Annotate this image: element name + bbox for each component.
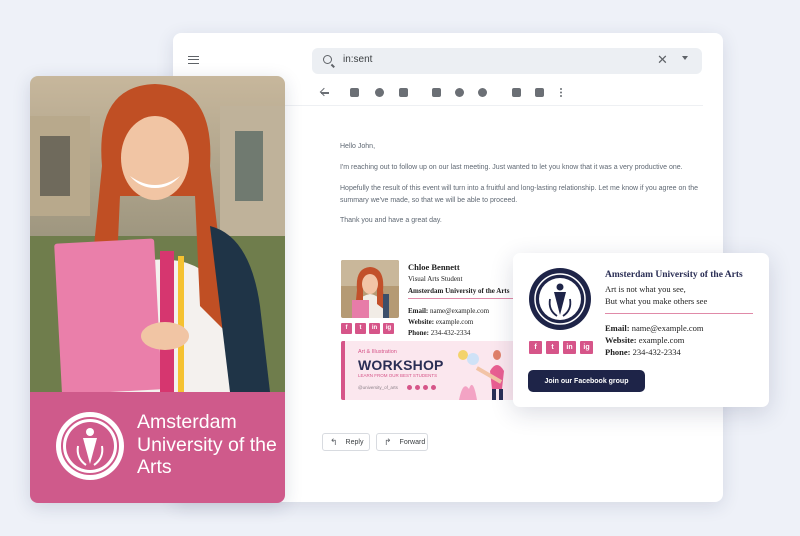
card-motto-line-1: Art is not what you see, [605,284,686,294]
more-icon[interactable] [560,88,563,97]
archive-icon[interactable] [350,88,359,97]
banner-kicker: Art & Illustration [358,349,397,355]
forward-icon: ↱ [384,436,392,447]
search-input[interactable]: in:sent [343,54,372,65]
signature-org: Amsterdam University of the Arts [408,287,510,295]
linkedin-icon[interactable]: in [563,341,576,354]
signature-phone: Phone: 234-432-2334 [408,329,471,337]
signature-name: Chloe Bennett [408,262,460,272]
card-email-link[interactable]: name@example.com [632,323,704,333]
signature-email: Email: name@example.com [408,307,490,315]
twitter-icon[interactable]: t [355,323,366,334]
dropdown-icon[interactable] [682,56,688,60]
forward-label: Forward [399,438,426,446]
signature-divider [408,298,518,299]
university-banner: Amsterdam University of the Arts [30,392,285,503]
reply-label: Reply [345,438,364,446]
message-paragraph-1: I'm reaching out to follow up on our las… [340,164,683,171]
report-icon[interactable] [375,88,384,97]
reply-button[interactable]: ↰ Reply [322,433,370,451]
banner-headline: WORKSHOP [358,357,444,373]
university-logo-icon [529,268,591,330]
menu-icon[interactable] [188,56,199,64]
message-toolbar [320,85,702,101]
banner-social-dots [407,385,436,390]
student-photo-card: Amsterdam University of the Arts [30,76,285,503]
student-photo [30,76,285,395]
university-signature-card: Amsterdam University of the Arts Art is … [513,253,769,407]
signature-social-icons: f t in ig [341,323,394,334]
linkedin-icon[interactable]: in [369,323,380,334]
message-closing: Thank you and have a great day. [340,217,442,224]
delete-icon[interactable] [399,88,408,97]
signature-photo [341,260,399,318]
instagram-icon[interactable]: ig [383,323,394,334]
join-facebook-button[interactable]: Join our Facebook group [528,370,645,392]
close-icon[interactable]: ✕ [657,52,668,68]
twitter-icon[interactable]: t [546,341,559,354]
forward-button[interactable]: ↱ Forward [376,433,428,451]
workshop-banner[interactable]: Art & Illustration WORKSHOP LEARN FROM O… [341,341,521,400]
university-logo-icon [56,412,124,480]
label-icon[interactable] [535,88,544,97]
card-divider [605,313,753,314]
banner-handle: @university_of_arts [358,385,398,390]
back-icon[interactable] [320,88,330,97]
search-icon[interactable] [323,55,332,64]
card-email: Email: name@example.com [605,323,704,333]
reply-icon: ↰ [330,436,338,447]
card-website-link[interactable]: example.com [639,335,685,345]
facebook-icon[interactable]: f [341,323,352,334]
card-motto-line-2: But what you make others see [605,296,708,306]
add-task-icon[interactable] [478,88,487,97]
snooze-icon[interactable] [455,88,464,97]
instagram-icon[interactable]: ig [580,341,593,354]
message-paragraph-2: Hopefully the result of this event will … [340,185,698,204]
signature-title: Visual Arts Student [408,275,463,283]
signature-email-link[interactable]: name@example.com [430,307,489,315]
toolbar-divider [283,105,703,106]
signature-website: Website: example.com [408,318,474,326]
banner-subline: LEARN FROM OUR BEST STUDENTS [358,373,438,378]
signature-details: Chloe Bennett Visual Arts Student Amster… [408,260,518,340]
mark-unread-icon[interactable] [432,88,441,97]
search-bar[interactable]: in:sent ✕ [312,48,702,74]
card-social-icons: f t in ig [529,341,593,354]
move-to-icon[interactable] [512,88,521,97]
card-university-name: Amsterdam University of the Arts [605,270,743,280]
facebook-icon[interactable]: f [529,341,542,354]
card-phone: Phone: 234-432-2334 [605,347,681,357]
card-website: Website: example.com [605,335,685,345]
banner-illustration [458,350,504,400]
signature-website-link[interactable]: example.com [436,318,474,326]
university-name: Amsterdam University of the Arts [137,411,277,478]
message-greeting: Hello John, [340,143,376,150]
